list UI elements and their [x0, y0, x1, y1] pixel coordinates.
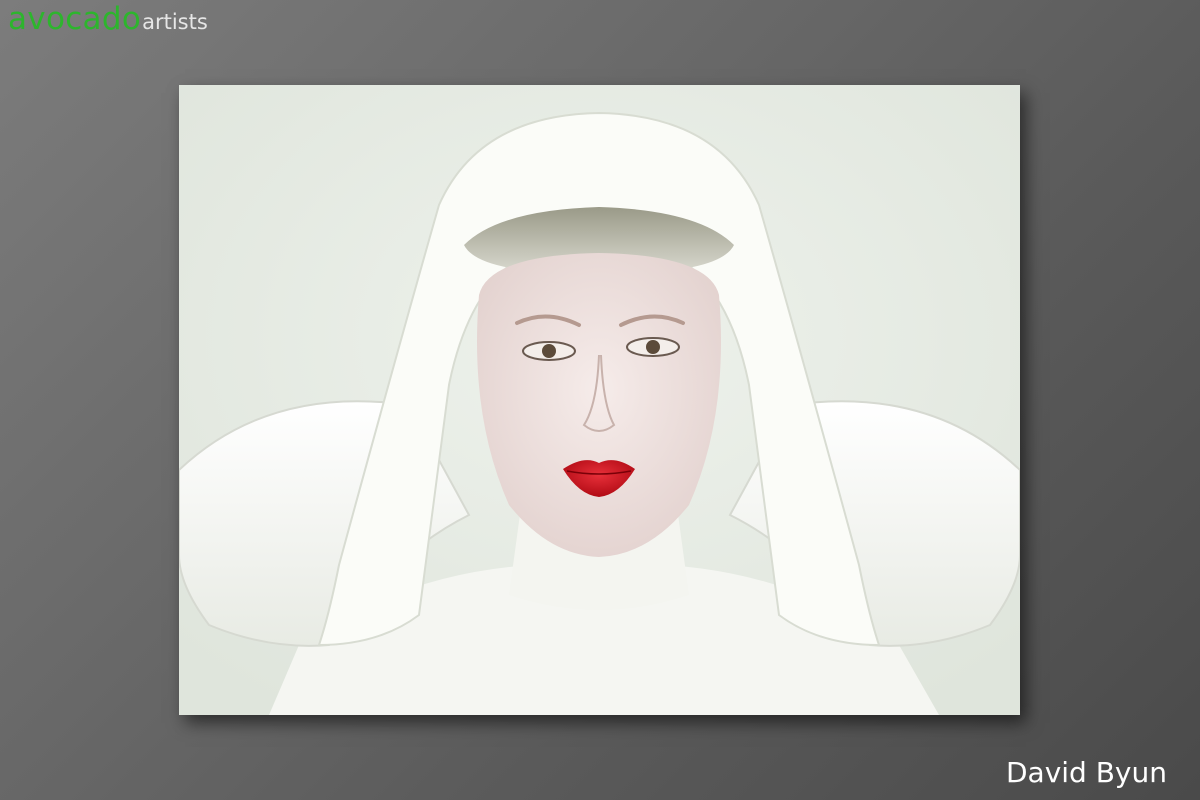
brand-logo[interactable]: avocadoartists	[8, 4, 208, 35]
brand-logo-main: avocado	[8, 1, 142, 37]
portrait-photo-illustration	[179, 85, 1020, 715]
brand-logo-sub: artists	[142, 10, 208, 34]
photographer-name: David Byun	[1005, 756, 1167, 789]
portrait-photo[interactable]	[179, 85, 1020, 715]
